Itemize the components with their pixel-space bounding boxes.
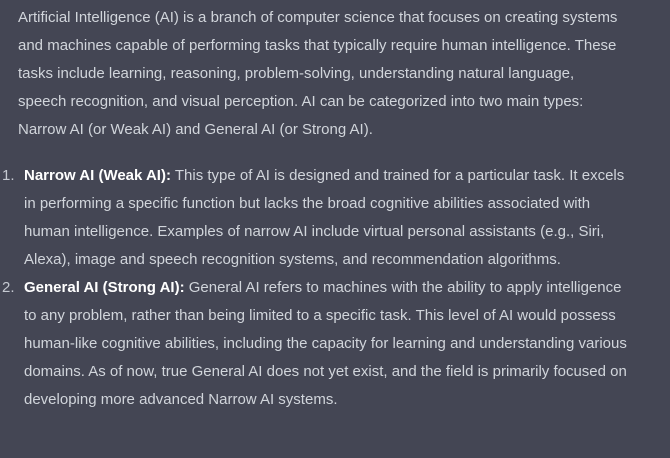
list-item-narrow-ai: 1. Narrow AI (Weak AI): This type of AI … — [2, 162, 630, 274]
assistant-message: Artificial Intelligence (AI) is a branch… — [0, 0, 670, 458]
list-item-term: Narrow AI (Weak AI): — [24, 167, 171, 184]
list-item-term: General AI (Strong AI): — [24, 279, 185, 296]
list-item-text: General AI refers to machines with the a… — [24, 279, 627, 408]
list-item-number: 2. — [2, 279, 15, 296]
ai-types-list: 1. Narrow AI (Weak AI): This type of AI … — [2, 162, 630, 414]
list-item-number: 1. — [2, 167, 15, 184]
list-item-general-ai: 2. General AI (Strong AI): General AI re… — [2, 274, 630, 414]
intro-paragraph: Artificial Intelligence (AI) is a branch… — [18, 9, 618, 138]
